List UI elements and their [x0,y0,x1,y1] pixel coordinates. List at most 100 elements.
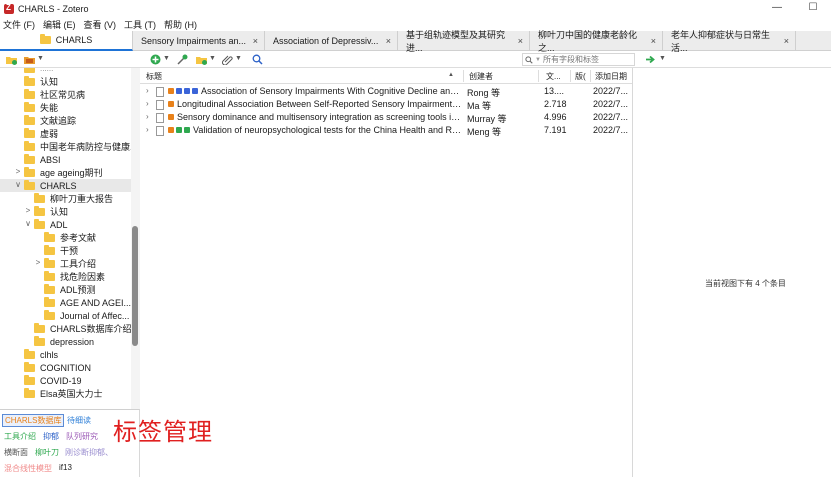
new-item-icon[interactable] [150,54,161,65]
tab-item-4[interactable]: 柳叶刀中国的健康老龄化之... × [530,30,663,53]
tag-if13[interactable]: if13 [59,463,72,472]
menu-edit[interactable]: 编辑 (E) [43,18,76,31]
folder-icon [24,68,35,73]
menu-file[interactable]: 文件 (F) [3,18,35,31]
menu-tools[interactable]: 工具 (T) [124,18,156,31]
item-row[interactable]: › Sensory dominance and multisensory int… [140,111,632,124]
chevron-down-icon[interactable]: ▼ [163,55,170,62]
zotero-logo-icon [4,3,14,14]
collapse-twisty-icon[interactable]: ∨ [14,180,22,189]
column-creator[interactable]: 创建者 [469,68,493,84]
expand-chevron-icon[interactable]: › [146,99,149,108]
tab-item-5[interactable]: 老年人抑郁症状与日常生活... × [663,30,796,53]
item-row[interactable]: › Longitudinal Association Between Self-… [140,98,632,111]
search-field[interactable]: ▼ [522,53,635,66]
locate-arrow-icon[interactable] [645,54,656,65]
tag-newly-diagnosed-depression[interactable]: 刚诊断抑郁、 [65,447,113,458]
new-library-icon[interactable] [24,54,35,65]
new-collection-icon[interactable] [6,54,17,65]
column-version[interactable]: 版( [575,68,586,84]
column-title[interactable]: 标题 [146,68,162,84]
collection-item[interactable]: 社区常见病 [24,88,85,101]
expand-twisty-icon[interactable]: > [24,206,32,215]
close-icon[interactable]: × [518,36,523,46]
search-input[interactable] [542,55,633,64]
collection-item[interactable]: Journal of Affec... [44,309,129,322]
collection-item[interactable]: AGE AND AGEI... [44,296,131,309]
chevron-down-icon[interactable]: ▼ [209,55,216,62]
collection-item[interactable]: ABSI [24,153,61,166]
expand-twisty-icon[interactable]: > [14,167,22,176]
collection-item[interactable]: 认知 [34,205,68,218]
collection-item[interactable]: COVID-19 [24,374,82,387]
collection-item-charls[interactable]: CHARLS [24,179,77,192]
collection-label: ABSI [40,154,61,165]
close-icon[interactable]: × [253,36,258,46]
attachment-icon[interactable] [222,54,233,65]
tag-cross-sectional[interactable]: 横断面 [4,447,28,458]
tag-mixed-linear-model[interactable]: 混合线性模型 [4,463,52,474]
tag-depression[interactable]: 抑郁 [43,431,59,442]
column-separator[interactable] [570,70,571,82]
close-icon[interactable]: × [651,36,656,46]
expand-chevron-icon[interactable]: › [146,112,149,121]
chevron-down-icon[interactable]: ▼ [235,55,242,62]
new-note-icon[interactable] [196,54,207,65]
column-separator[interactable] [590,70,591,82]
tag-lancet[interactable]: 柳叶刀 [35,447,59,458]
expand-twisty-icon[interactable]: > [34,258,42,267]
item-row[interactable]: › Validation of neuropsychological tests… [140,124,632,137]
collections-scrollbar[interactable] [131,68,140,409]
add-by-identifier-icon[interactable] [177,54,188,65]
chevron-down-icon[interactable]: ▼ [535,57,541,63]
sort-ascending-icon[interactable]: ▲ [448,72,454,78]
collection-item[interactable]: depression [34,335,94,348]
tag-tool-intro[interactable]: 工具介绍 [4,431,36,442]
close-icon[interactable]: × [386,36,391,46]
collection-item[interactable]: ADL预测 [44,283,96,296]
collection-item[interactable]: COGNITION [24,361,91,374]
collapse-twisty-icon[interactable]: ∨ [24,219,32,228]
column-extra[interactable]: 文... [546,68,561,84]
column-separator[interactable] [538,70,539,82]
collection-item[interactable]: 虚弱 [24,127,58,140]
collection-item[interactable]: 干预 [44,244,78,257]
column-date-added[interactable]: 添加日期 [595,68,627,84]
tag-charls-database[interactable]: CHARLS数据库 [2,414,65,427]
minimize-button[interactable]: — [759,0,795,17]
search-icon[interactable] [252,54,263,65]
tag-to-read[interactable]: 待细读 [67,415,91,426]
menu-view[interactable]: 查看 (V) [84,18,117,31]
expand-chevron-icon[interactable]: › [146,86,149,95]
chevron-down-icon[interactable]: ▼ [659,55,666,62]
collection-item[interactable]: 文献追踪 [24,114,76,127]
column-separator[interactable] [463,70,464,82]
collection-item[interactable]: age ageing期刊 [24,166,103,179]
tab-label: Association of Depressiv... [273,36,379,46]
collection-item[interactable]: 失能 [24,101,58,114]
maximize-button[interactable]: ☐ [795,0,831,17]
scrollbar-thumb[interactable] [132,226,138,346]
collection-label: 参考文献 [60,233,97,243]
collection-item[interactable]: 柳叶刀重大报告 [34,192,113,205]
tab-item-2[interactable]: Association of Depressiv... × [265,31,398,51]
chevron-down-icon[interactable]: ▼ [37,55,44,62]
collection-item[interactable]: 工具介绍 [44,257,96,270]
collection-item[interactable]: clhls [24,348,58,361]
expand-chevron-icon[interactable]: › [146,125,149,134]
collection-item[interactable]: 找危险因素 [44,270,105,283]
menu-help[interactable]: 帮助 (H) [164,18,197,31]
collection-item[interactable]: Elsa英国大力士 [24,387,103,400]
collection-item[interactable]: ...... [24,68,53,75]
close-icon[interactable]: × [784,36,789,46]
collection-item[interactable]: 认知 [24,75,58,88]
tab-item-3[interactable]: 基于组轨迹模型及其研究进... × [398,30,530,53]
tab-item-1[interactable]: Sensory Impairments an... × [133,31,265,51]
collection-item[interactable]: CHARLS数据库介绍 [34,322,132,335]
tag-cohort-study[interactable]: 队列研究 [66,431,98,442]
item-row[interactable]: › Association of Sensory Impairments Wit… [140,85,632,98]
collection-item-adl[interactable]: ADL [34,218,68,231]
collection-item[interactable]: 参考文献 [44,231,96,244]
tab-library[interactable]: CHARLS [0,31,133,51]
collection-item[interactable]: 中国老年病防控与健康... [24,140,138,153]
